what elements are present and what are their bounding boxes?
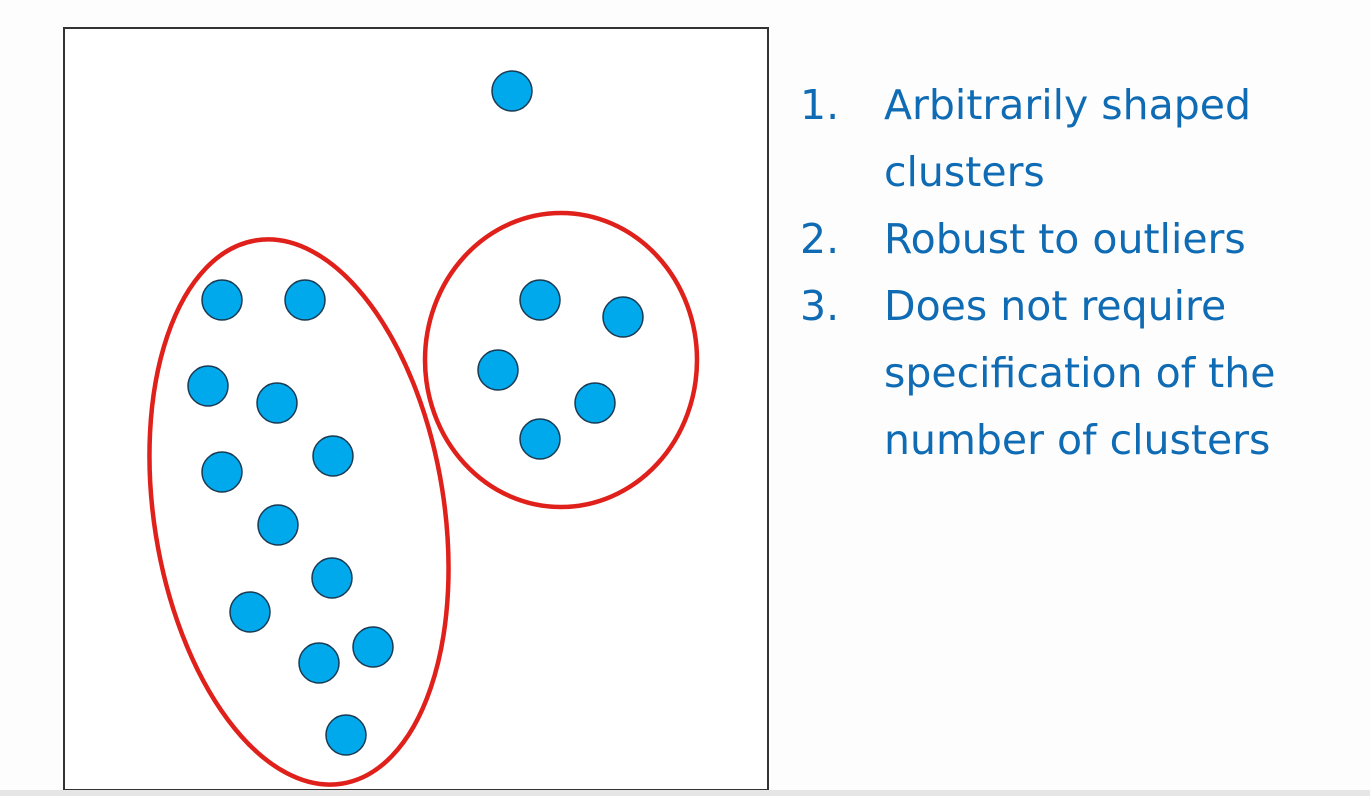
data-point: [312, 435, 354, 477]
data-point: [229, 591, 271, 633]
data-point: [284, 279, 326, 321]
data-point: [311, 557, 353, 599]
bottom-bar: [0, 790, 1370, 796]
data-point: [477, 349, 519, 391]
data-point: [602, 296, 644, 338]
data-point: [256, 382, 298, 424]
data-point: [201, 279, 243, 321]
feature-item-3: 3. Does not require specification of the…: [800, 273, 1360, 474]
feature-number: 2.: [800, 215, 840, 263]
data-point: [187, 365, 229, 407]
slide: 1. Arbitrarily shaped clusters 2. Robust…: [0, 0, 1370, 796]
data-point: [519, 418, 561, 460]
feature-text: Arbitrarily shaped clusters: [884, 81, 1252, 196]
feature-text: Robust to outliers: [884, 215, 1246, 263]
data-point: [298, 642, 340, 684]
data-point: [352, 626, 394, 668]
data-point: [519, 279, 561, 321]
plot-frame: [63, 27, 769, 791]
feature-item-2: 2. Robust to outliers: [800, 206, 1360, 273]
feature-list: 1. Arbitrarily shaped clusters 2. Robust…: [800, 72, 1360, 474]
feature-number: 3.: [800, 282, 840, 330]
clustering-diagram: [63, 27, 769, 791]
outlier-point: [491, 70, 533, 112]
data-point: [201, 451, 243, 493]
data-point: [325, 714, 367, 756]
data-point: [574, 382, 616, 424]
data-point: [257, 504, 299, 546]
feature-text: Does not require specification of the nu…: [884, 282, 1276, 464]
feature-item-1: 1. Arbitrarily shaped clusters: [800, 72, 1360, 206]
feature-number: 1.: [800, 81, 840, 129]
